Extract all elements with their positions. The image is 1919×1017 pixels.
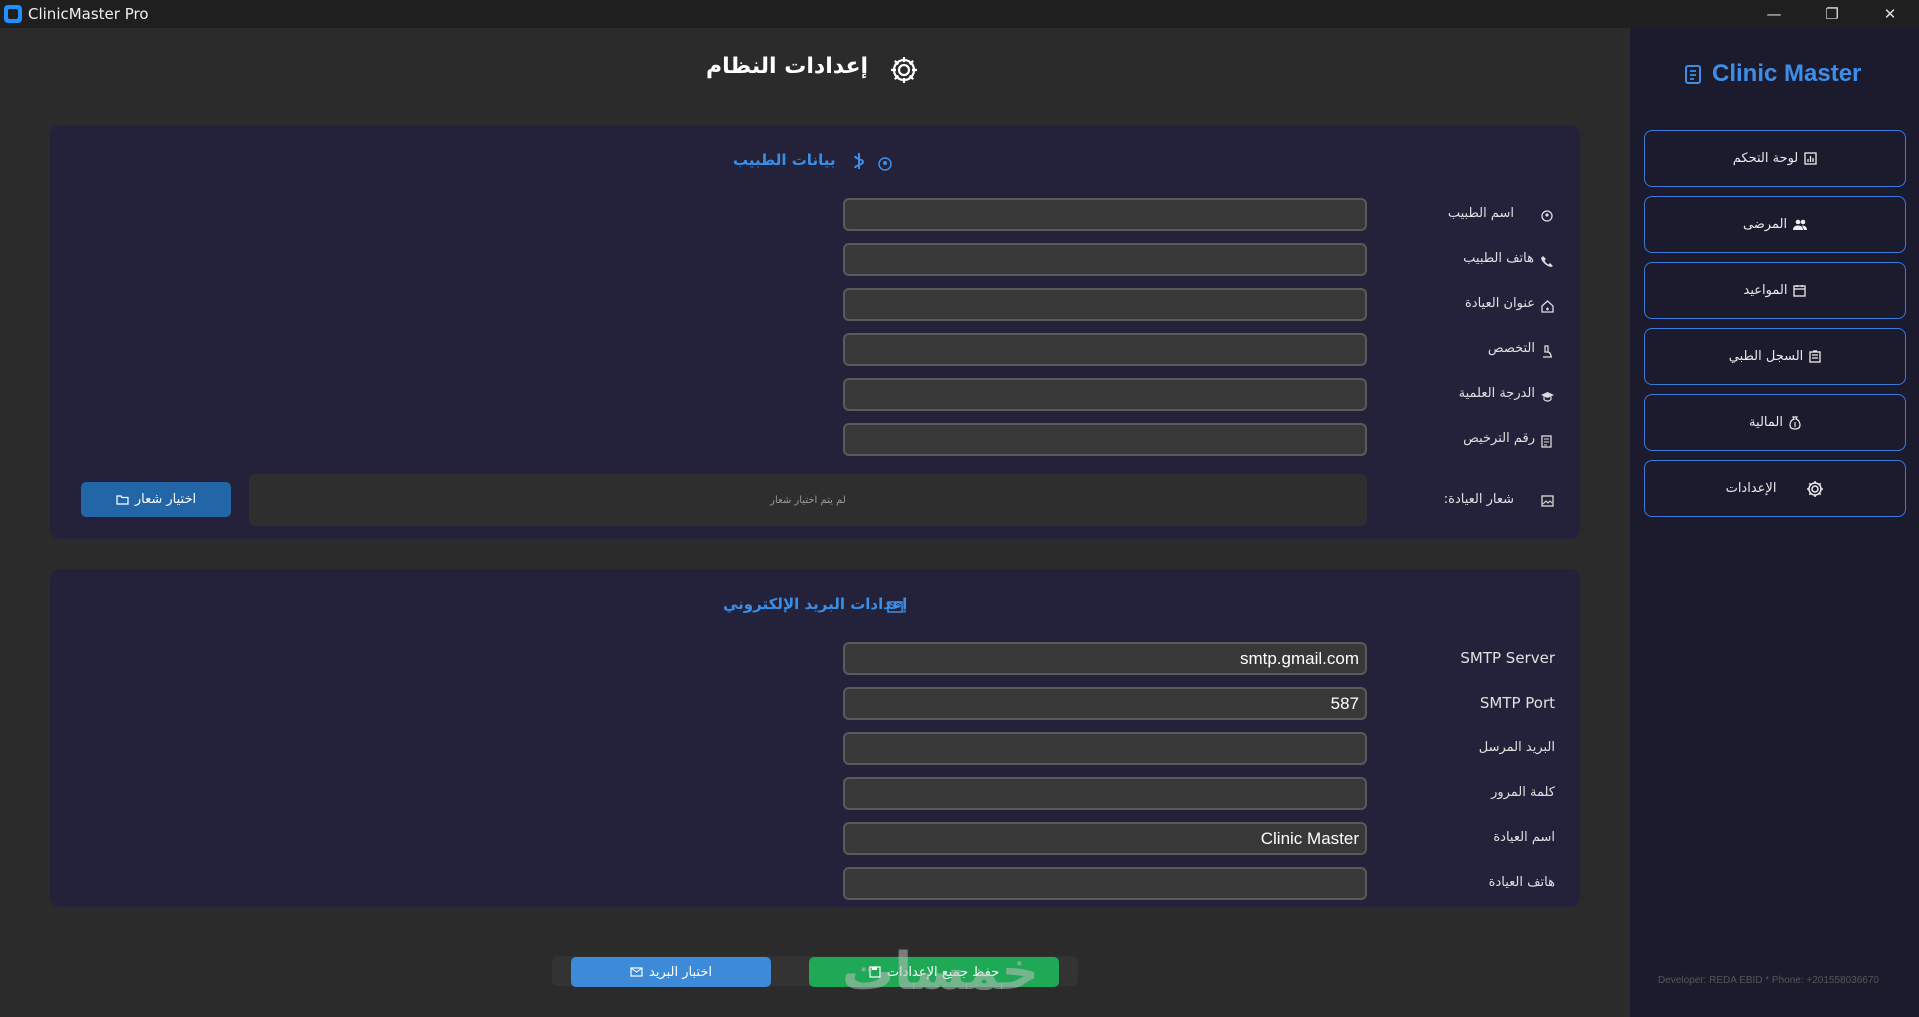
doctor-icon — [1541, 210, 1555, 224]
license-field[interactable] — [843, 423, 1367, 456]
test-email-button[interactable]: اختبار البريد — [571, 957, 771, 987]
nav-patients[interactable]: المرضى — [1644, 196, 1906, 253]
email-icon — [887, 601, 903, 615]
image-icon — [1541, 495, 1555, 509]
doctor-phone-field[interactable] — [843, 243, 1367, 276]
dashboard-icon — [1804, 152, 1817, 165]
nav-appointments[interactable]: المواعيد — [1644, 262, 1906, 319]
doctor-phone-label: هاتف الطبيب — [1463, 251, 1534, 266]
clinic-address-field[interactable] — [843, 288, 1367, 321]
title-bar: ClinicMaster Pro — ❐ ✕ — [0, 0, 1919, 28]
nav-patients-label: المرضى — [1742, 217, 1788, 232]
calendar-icon — [1793, 284, 1807, 297]
app-icon — [4, 5, 22, 23]
restore-button[interactable]: ❐ — [1803, 0, 1861, 28]
nav-finance-label: المالية — [1749, 415, 1783, 430]
phone-icon — [1541, 255, 1555, 269]
email-section-title: إعدادات البريد الإلكتروني — [723, 595, 908, 613]
nav-settings-label: الإعدادات — [1725, 481, 1777, 496]
clinic-name-field[interactable] — [843, 822, 1367, 855]
specialty-field[interactable] — [843, 333, 1367, 366]
smtp-server-label: SMTP Server — [1460, 649, 1555, 667]
clinic-name-label: اسم العيادة — [1493, 830, 1555, 845]
stethoscope-icon — [852, 152, 866, 169]
smtp-port-field[interactable] — [843, 687, 1367, 720]
degree-label: الدرجة العلمية — [1458, 386, 1535, 401]
window-title: ClinicMaster Pro — [28, 5, 149, 23]
window-controls: — ❐ ✕ — [1745, 0, 1919, 28]
doctor-icon — [878, 157, 892, 171]
smtp-port-label: SMTP Port — [1479, 694, 1555, 712]
nav-dashboard[interactable]: لوحة التحكم — [1644, 130, 1906, 187]
clinic-address-label: عنوان العيادة — [1464, 296, 1535, 311]
doctor-section-title: بيانات الطبيب — [733, 151, 836, 169]
clinic-icon — [1541, 300, 1555, 314]
doctor-name-label: اسم الطبيب — [1447, 206, 1514, 221]
password-field[interactable] — [843, 777, 1367, 810]
watermark: خمسات — [842, 942, 1041, 1002]
nav-medical-record-label: السجل الطبي — [1728, 349, 1804, 364]
clinic-phone-field[interactable] — [843, 867, 1367, 900]
test-email-label: اختبار البريد — [649, 964, 712, 980]
sender-email-label: البريد المرسل — [1478, 740, 1555, 755]
graduation-cap-icon — [1541, 391, 1555, 405]
minimize-button[interactable]: — — [1745, 0, 1803, 28]
sender-email-field[interactable] — [843, 732, 1367, 765]
nav-settings[interactable]: الإعدادات — [1644, 460, 1906, 517]
clinic-logo-label: شعار العيادة: — [1443, 492, 1514, 507]
degree-field[interactable] — [843, 378, 1367, 411]
logo-preview: لم يتم اختيار شعار — [249, 474, 1367, 526]
password-label: كلمة المرور — [1491, 785, 1555, 800]
page-title: إعدادات النظام — [706, 54, 869, 79]
nav-dashboard-label: لوحة التحكم — [1732, 151, 1799, 166]
money-bag-icon — [1789, 415, 1801, 430]
smtp-server-field[interactable] — [843, 642, 1367, 675]
brand: Clinic Master — [1684, 60, 1861, 88]
brand-name: Clinic Master — [1712, 60, 1862, 87]
hospital-icon — [1684, 63, 1702, 85]
nav-medical-record[interactable]: السجل الطبي — [1644, 328, 1906, 385]
developer-credit: Developer: REDA EBID * Phone: +201558036… — [1658, 975, 1879, 986]
specialty-label: التخصص — [1487, 341, 1535, 356]
users-icon — [1793, 219, 1808, 230]
license-label: رقم الترخيص — [1463, 431, 1535, 446]
close-button[interactable]: ✕ — [1861, 0, 1919, 28]
choose-logo-label: اختيار شعار — [134, 492, 197, 507]
clinic-phone-label: هاتف العيادة — [1488, 875, 1555, 890]
doctor-name-field[interactable] — [843, 198, 1367, 231]
gear-icon — [888, 54, 920, 86]
email-icon — [630, 967, 643, 977]
gear-icon — [1806, 480, 1824, 498]
microscope-icon — [1541, 345, 1555, 359]
folder-icon — [116, 494, 129, 505]
nav-appointments-label: المواعيد — [1743, 283, 1788, 298]
nav-finance[interactable]: المالية — [1644, 394, 1906, 451]
choose-logo-button[interactable]: اختيار شعار — [81, 482, 231, 517]
license-icon — [1541, 435, 1555, 449]
clipboard-icon — [1809, 350, 1821, 363]
